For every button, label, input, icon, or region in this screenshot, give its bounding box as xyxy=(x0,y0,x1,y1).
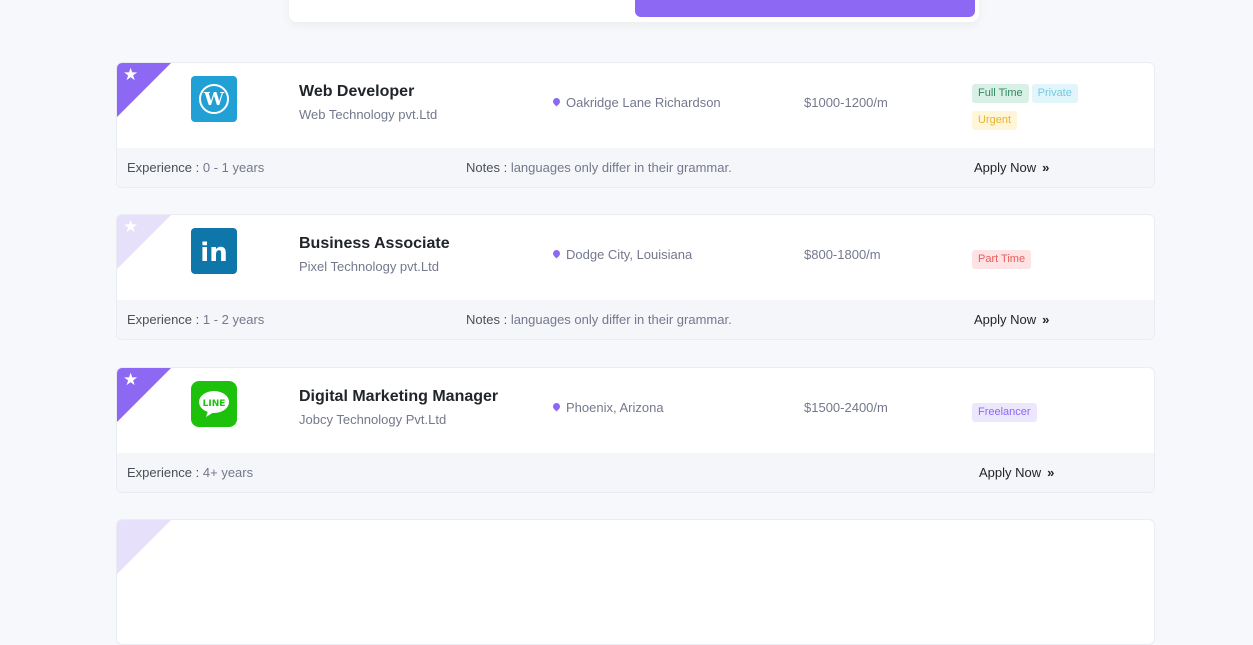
featured-ribbon: ★ xyxy=(117,63,171,117)
double-chevron-right-icon: » xyxy=(1042,160,1050,175)
salary: $1000-1200/m xyxy=(804,95,888,110)
featured-ribbon: ★ xyxy=(117,215,171,269)
apply-now-button[interactable]: Apply Now » xyxy=(974,312,1049,327)
job-footer: Experience : 0 - 1 years Notes : languag… xyxy=(117,148,1154,187)
job-badges: Part Time xyxy=(972,249,1102,276)
company-name: Pixel Technology pvt.Ltd xyxy=(299,259,439,274)
featured-ribbon: ★ xyxy=(117,368,171,422)
experience: Experience : 1 - 2 years xyxy=(127,312,264,327)
svg-text:in: in xyxy=(200,238,227,268)
job-card-web-developer[interactable]: ★ W Web Developer Web Technology pvt.Ltd… xyxy=(116,62,1155,188)
job-footer: Experience : 1 - 2 years Notes : languag… xyxy=(117,300,1154,339)
notes-label: Notes : xyxy=(466,160,508,175)
location-text: Dodge City, Louisiana xyxy=(566,247,693,262)
badge-urgent: Urgent xyxy=(972,111,1018,130)
job-card-business-associate[interactable]: ★ in Business Associate Pixel Technology… xyxy=(116,214,1155,340)
apply-now-label: Apply Now xyxy=(974,160,1037,175)
wordpress-icon: W xyxy=(191,76,237,122)
featured-ribbon xyxy=(117,520,171,574)
job-location: Phoenix, Arizona xyxy=(551,400,664,415)
line-app-icon: LINE xyxy=(191,381,237,427)
badge-freelancer: Freelancer xyxy=(972,403,1037,422)
experience-value: 0 - 1 years xyxy=(202,160,265,175)
star-icon: ★ xyxy=(123,370,139,390)
experience-value: 4+ years xyxy=(202,465,254,480)
search-button[interactable] xyxy=(635,0,975,17)
location-text: Phoenix, Arizona xyxy=(566,400,664,415)
notes-label: Notes : xyxy=(466,312,508,327)
job-card-digital-marketing-manager[interactable]: ★ LINE Digital Marketing Manager Jobcy T… xyxy=(116,367,1155,493)
experience-label: Experience : xyxy=(127,160,200,175)
experience: Experience : 0 - 1 years xyxy=(127,160,264,175)
linkedin-icon: in xyxy=(191,228,237,274)
company-name: Jobcy Technology Pvt.Ltd xyxy=(299,412,447,427)
badge-part-time: Part Time xyxy=(972,250,1032,269)
experience: Experience : 4+ years xyxy=(127,465,253,480)
job-badges: Freelancer xyxy=(972,402,1102,429)
svg-text:W: W xyxy=(203,89,225,110)
notes: Notes : languages only differ in their g… xyxy=(466,312,732,327)
salary: $1500-2400/m xyxy=(804,400,888,415)
star-icon: ★ xyxy=(123,65,139,85)
job-badges: Full Time Private Urgent xyxy=(972,83,1102,137)
location-text: Oakridge Lane Richardson xyxy=(566,95,721,110)
experience-label: Experience : xyxy=(127,465,200,480)
experience-value: 1 - 2 years xyxy=(202,312,265,327)
map-pin-icon xyxy=(551,248,562,259)
badge-full-time: Full Time xyxy=(972,84,1029,103)
company-name: Web Technology pvt.Ltd xyxy=(299,107,438,122)
job-title[interactable]: Digital Marketing Manager xyxy=(299,388,498,406)
job-title[interactable]: Web Developer xyxy=(299,83,414,101)
salary: $800-1800/m xyxy=(804,247,881,262)
double-chevron-right-icon: » xyxy=(1042,312,1050,327)
star-icon: ★ xyxy=(123,217,139,237)
badge-private: Private xyxy=(1031,84,1078,103)
apply-now-label: Apply Now xyxy=(974,312,1037,327)
map-pin-icon xyxy=(551,96,562,107)
job-location: Oakridge Lane Richardson xyxy=(551,95,721,110)
search-panel xyxy=(289,0,979,22)
map-pin-icon xyxy=(551,401,562,412)
job-location: Dodge City, Louisiana xyxy=(551,247,693,262)
svg-text:LINE: LINE xyxy=(203,399,226,409)
notes: Notes : languages only differ in their g… xyxy=(466,160,732,175)
job-card-partial[interactable] xyxy=(116,519,1155,645)
apply-now-label: Apply Now xyxy=(979,465,1042,480)
double-chevron-right-icon: » xyxy=(1047,465,1055,480)
notes-value: languages only differ in their grammar. xyxy=(510,312,732,327)
apply-now-button[interactable]: Apply Now » xyxy=(974,160,1049,175)
experience-label: Experience : xyxy=(127,312,200,327)
notes-value: languages only differ in their grammar. xyxy=(510,160,732,175)
apply-now-button[interactable]: Apply Now » xyxy=(979,465,1054,480)
job-footer: Experience : 4+ years Apply Now » xyxy=(117,453,1154,492)
job-title[interactable]: Business Associate xyxy=(299,235,450,253)
